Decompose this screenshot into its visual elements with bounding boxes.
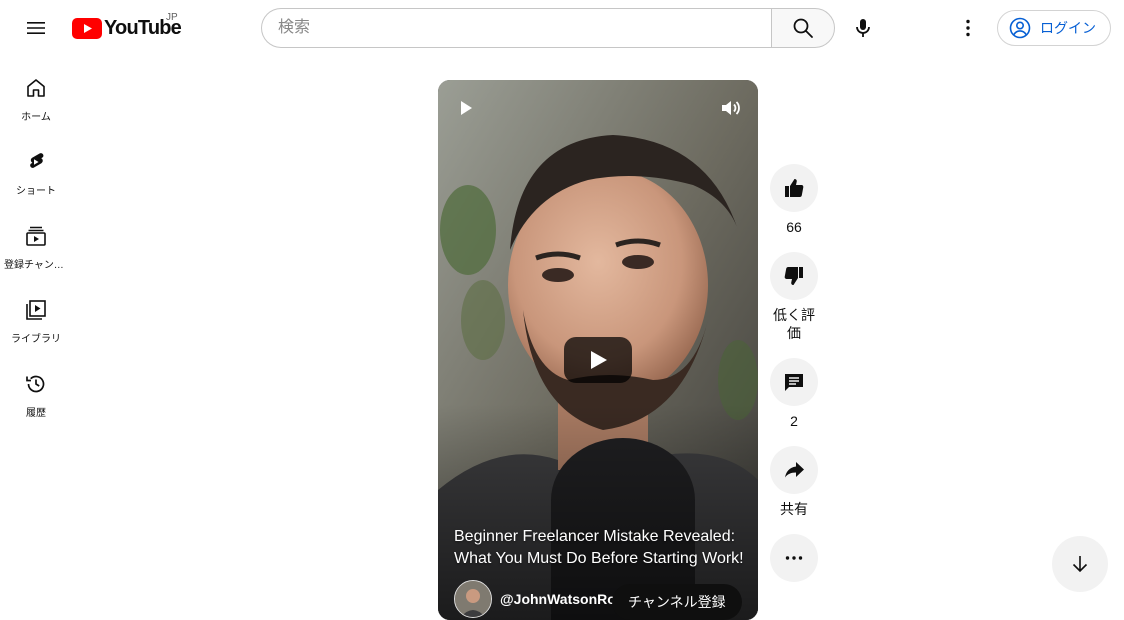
shorts-icon <box>30 153 44 168</box>
like-action: 66 <box>768 164 820 236</box>
sidebar-item-history[interactable]: 履歴 <box>0 352 72 426</box>
sidebar-item-label: ショート <box>16 186 56 197</box>
youtube-logo[interactable]: YouTube <box>72 14 182 42</box>
comment-count: 2 <box>790 413 798 429</box>
share-label: 共有 <box>780 501 808 517</box>
account-circle-icon <box>1009 17 1031 39</box>
thumbs-up-icon <box>785 179 804 197</box>
dislike-button[interactable] <box>770 252 818 300</box>
volume-button[interactable] <box>718 96 742 125</box>
comments-button[interactable] <box>770 358 818 406</box>
sidebar-item-label: ライブラリ <box>11 334 61 345</box>
search-icon <box>793 18 813 38</box>
home-icon <box>27 79 45 97</box>
comment-icon <box>785 374 803 391</box>
top-bar: YouTube JP ログイン <box>0 0 1124 56</box>
channel-info: @JohnWatsonRoo <box>454 580 624 618</box>
channel-name[interactable]: @JohnWatsonRoo <box>500 591 624 607</box>
sidebar-item-label: 登録チャンネル <box>4 260 68 271</box>
shorts-video-player[interactable]: Beginner Freelancer Mistake Revealed: Wh… <box>438 80 758 620</box>
arrow-down-icon <box>1072 556 1088 573</box>
microphone-icon <box>856 19 870 37</box>
sidebar-item-home[interactable]: ホーム <box>0 56 72 130</box>
share-button[interactable] <box>770 446 818 494</box>
menu-button[interactable] <box>16 8 56 48</box>
search-button[interactable] <box>771 8 835 48</box>
sidebar-item-label: ホーム <box>21 112 51 123</box>
sidebar: ホーム ショート 登録チャンネル ライブラリ 履歴 <box>0 56 72 426</box>
settings-more-button[interactable] <box>948 8 988 48</box>
more-actions-button[interactable] <box>770 534 818 582</box>
login-label: ログイン <box>1040 20 1096 36</box>
sidebar-item-subscriptions[interactable]: 登録チャンネル <box>0 204 72 278</box>
play-icon <box>591 351 607 369</box>
share-icon <box>785 462 804 478</box>
sidebar-item-label: 履歴 <box>26 408 46 419</box>
thumbs-down-icon <box>784 267 803 285</box>
share-action: 共有 <box>768 446 820 518</box>
avatar-icon <box>455 581 491 617</box>
hamburger-menu-icon <box>27 22 45 34</box>
play-icon <box>461 101 472 115</box>
video-title[interactable]: Beginner Freelancer Mistake Revealed: Wh… <box>454 526 750 570</box>
more-vertical-icon <box>966 19 970 37</box>
sidebar-item-library[interactable]: ライブラリ <box>0 278 72 352</box>
more-action <box>768 534 820 582</box>
play-toggle-button[interactable] <box>456 98 476 123</box>
volume-icon <box>722 101 740 115</box>
next-video-button[interactable] <box>1052 536 1108 592</box>
subscribe-button[interactable]: チャンネル登録 <box>612 584 742 620</box>
region-code: JP <box>166 12 178 23</box>
sidebar-item-shorts[interactable]: ショート <box>0 130 72 204</box>
login-button[interactable]: ログイン <box>997 10 1111 46</box>
search-bar <box>261 8 835 48</box>
dislike-label: 低く評価 <box>773 307 815 341</box>
action-rail: 66 低く評価 2 共有 <box>768 164 820 598</box>
comments-action: 2 <box>768 358 820 430</box>
like-count: 66 <box>786 219 802 235</box>
subscriptions-icon <box>26 226 46 246</box>
library-icon <box>26 300 46 320</box>
youtube-play-logo-icon <box>72 17 102 39</box>
voice-search-button[interactable] <box>843 8 883 48</box>
center-play-button[interactable] <box>564 337 632 383</box>
channel-avatar[interactable] <box>454 580 492 618</box>
like-button[interactable] <box>770 164 818 212</box>
search-input[interactable] <box>261 8 771 48</box>
history-icon <box>26 375 45 393</box>
more-horizontal-icon <box>785 556 803 560</box>
dislike-action: 低く評価 <box>768 252 820 342</box>
